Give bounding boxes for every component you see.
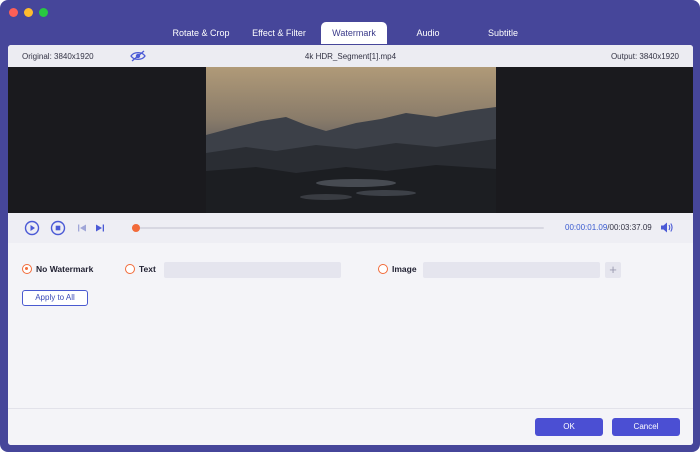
text-watermark-radio[interactable] <box>125 264 135 274</box>
image-watermark-label: Image <box>392 264 417 274</box>
video-frame-image <box>206 67 496 213</box>
previous-frame-icon[interactable] <box>74 220 90 236</box>
no-watermark-option[interactable]: No Watermark <box>22 264 93 274</box>
ok-button[interactable]: OK <box>535 418 603 436</box>
minimize-window-button[interactable] <box>24 8 33 17</box>
text-watermark-label: Text <box>139 264 156 274</box>
plus-icon[interactable]: + <box>605 262 621 278</box>
play-icon[interactable] <box>24 220 40 236</box>
text-watermark-option[interactable]: Text <box>125 264 156 274</box>
next-frame-icon[interactable] <box>92 220 108 236</box>
image-watermark-radio[interactable] <box>378 264 388 274</box>
maximize-window-button[interactable] <box>39 8 48 17</box>
current-time: 00:00:01.09 <box>565 223 608 232</box>
close-window-button[interactable] <box>9 8 18 17</box>
apply-to-all-button[interactable]: Apply to All <box>22 290 88 306</box>
tab-bar: Rotate & Crop Effect & Filter Watermark … <box>0 22 700 44</box>
video-preview <box>8 67 693 213</box>
video-filename: 4k HDR_Segment[1].mp4 <box>304 52 397 61</box>
stop-icon[interactable] <box>50 220 66 236</box>
output-resolution: Output: 3840x1920 <box>610 52 679 61</box>
progress-track[interactable] <box>132 224 544 232</box>
watermark-image-path-input[interactable] <box>423 262 600 278</box>
time-display: 00:00:01.09/00:03:37.09 <box>565 223 652 232</box>
watermark-options: No Watermark Text Image + Apply to All <box>8 243 693 408</box>
no-watermark-radio[interactable] <box>22 264 32 274</box>
tab-watermark[interactable]: Watermark <box>321 22 387 44</box>
editor-window: Rotate & Crop Effect & Filter Watermark … <box>0 0 700 452</box>
watermark-panel: Original: 3840x1920 4k HDR_Segment[1].mp… <box>8 45 693 445</box>
volume-icon[interactable] <box>660 221 674 234</box>
progress-handle[interactable] <box>132 224 141 232</box>
tab-subtitle[interactable]: Subtitle <box>470 22 536 44</box>
no-watermark-label: No Watermark <box>36 264 94 274</box>
cancel-button[interactable]: Cancel <box>612 418 680 436</box>
watermark-text-input[interactable] <box>164 262 341 278</box>
tab-rotate-crop[interactable]: Rotate & Crop <box>160 22 242 44</box>
info-bar: Original: 3840x1920 4k HDR_Segment[1].mp… <box>8 45 693 67</box>
tab-audio[interactable]: Audio <box>398 22 458 44</box>
image-watermark-option[interactable]: Image <box>378 264 417 274</box>
player-controls: 00:00:01.09/00:03:37.09 <box>8 213 693 243</box>
tab-effect-filter[interactable]: Effect & Filter <box>242 22 316 44</box>
dialog-footer: OK Cancel <box>8 408 693 445</box>
window-controls <box>9 8 48 17</box>
total-time: /00:03:37.09 <box>607 223 652 232</box>
